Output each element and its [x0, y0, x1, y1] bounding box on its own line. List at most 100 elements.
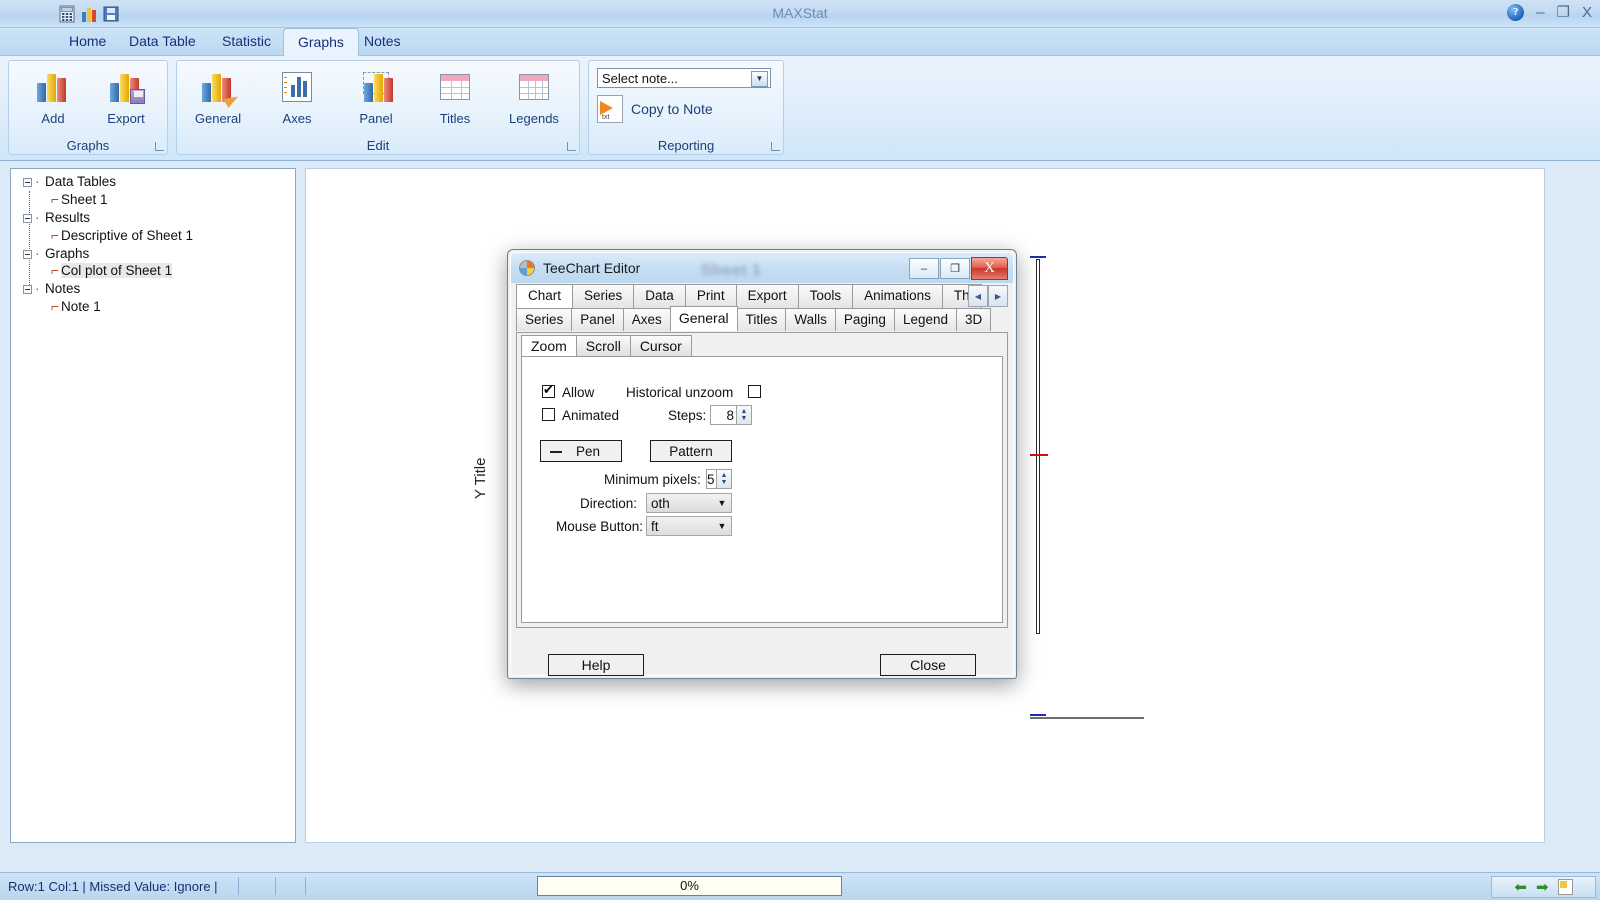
dialog-help-button[interactable]: Help — [548, 654, 644, 676]
mouse-button-combobox[interactable]: ft ▼ — [646, 516, 732, 536]
ribbon-button-axes[interactable]: Axes — [258, 67, 336, 126]
close-button[interactable]: X — [1582, 4, 1592, 21]
steps-spinner-arrows[interactable]: ▲ ▼ — [736, 406, 751, 424]
ribbon-group-graphs: Add Export Graphs — [8, 60, 168, 155]
allow-zoom-checkbox[interactable] — [542, 382, 555, 398]
tree-item-descriptive-of-sheet-1[interactable]: ⌐ Descriptive of Sheet 1 — [51, 228, 193, 243]
pen-button[interactable]: Pen — [540, 440, 622, 462]
minimum-pixels-value: 5 — [707, 471, 715, 487]
subtab-general[interactable]: General — [669, 306, 738, 331]
maximize-button[interactable]: ❐ — [1557, 3, 1570, 21]
chevron-down-icon[interactable]: ▼ — [713, 498, 731, 508]
tree-expander-icon[interactable] — [23, 249, 32, 259]
chevron-down-icon[interactable]: ▼ — [751, 71, 768, 87]
ribbon-button-export[interactable]: Export — [87, 67, 165, 126]
help-icon[interactable]: ? — [1507, 3, 1525, 21]
tree-item-note-1[interactable]: ⌐ Note 1 — [51, 299, 101, 314]
box-plot-median-line — [1030, 454, 1048, 456]
nav-back-icon[interactable]: ⬅ — [1514, 878, 1527, 896]
ribbon-button-legends[interactable]: Legends — [495, 67, 573, 126]
subtab-walls[interactable]: Walls — [785, 308, 836, 331]
ribbon-group-edit-launcher[interactable] — [567, 142, 576, 151]
tab-scroll-right-button[interactable]: ▶ — [988, 285, 1008, 307]
subtab-titles[interactable]: Titles — [736, 308, 787, 331]
ribbon-button-export-label: Export — [107, 111, 145, 126]
dialog-close-button[interactable]: X — [971, 257, 1008, 280]
ribbon-tab-notes[interactable]: Notes — [350, 28, 415, 56]
status-text: Row:1 Col:1 | Missed Value: Ignore | — [8, 879, 218, 894]
chevron-down-icon[interactable]: ▼ — [713, 521, 731, 531]
tree-expander-icon[interactable] — [23, 213, 32, 223]
ribbon-button-panel[interactable]: Panel — [337, 67, 415, 126]
dialog-titlebar[interactable]: TeeChart Editor Sheet 1 – ❐ X — [511, 253, 1013, 283]
tab-export[interactable]: Export — [735, 284, 799, 308]
subtab-panel[interactable]: Panel — [571, 308, 624, 331]
innertab-scroll[interactable]: Scroll — [575, 335, 631, 357]
note-page-icon[interactable] — [1557, 879, 1573, 895]
copy-to-note-button[interactable]: txt Copy to Note — [597, 95, 713, 123]
dialog-minimize-button[interactable]: – — [909, 258, 939, 279]
ribbon-button-titles-label: Titles — [439, 111, 471, 126]
ribbon-tab-data-table[interactable]: Data Table — [115, 28, 210, 56]
ribbon-group-graphs-launcher[interactable] — [155, 142, 164, 151]
project-tree[interactable]: · Data Tables ⌐ Sheet 1 · Results ⌐ Descript… — [10, 168, 296, 843]
steps-spinner[interactable]: 8 ▲ ▼ — [710, 405, 752, 425]
ribbon-button-titles[interactable]: Titles — [416, 67, 494, 126]
direction-value: oth — [651, 495, 670, 511]
ribbon-tab-graphs[interactable]: Graphs — [283, 28, 359, 56]
tree-item-label: Descriptive of Sheet 1 — [61, 228, 194, 243]
tab-scroll-buttons: ◀ ▶ — [968, 285, 1008, 307]
animated-zoom-checkbox[interactable] — [542, 408, 555, 421]
ribbon-group-reporting-launcher[interactable] — [771, 142, 780, 151]
tab-print[interactable]: Print — [684, 284, 737, 308]
tree-item-label: Results — [45, 210, 91, 225]
tree-item-col-plot-of-sheet-1[interactable]: ⌐ Col plot of Sheet 1 — [51, 263, 173, 278]
subtab-axes[interactable]: Axes — [622, 308, 671, 331]
ribbon-button-general[interactable]: General — [179, 67, 257, 126]
box-plot-series — [1030, 256, 1144, 719]
tree-item-data-tables[interactable]: · Data Tables — [23, 174, 116, 189]
note-select-value: Select note... — [602, 71, 678, 86]
tree-item-graphs[interactable]: · Graphs — [23, 246, 89, 261]
ribbon-button-add[interactable]: Add — [14, 67, 92, 126]
innertab-cursor[interactable]: Cursor — [629, 335, 692, 357]
chart-x-axis-line — [1030, 717, 1144, 719]
note-select-dropdown[interactable]: Select note... ▼ — [597, 68, 771, 88]
tab-scroll-left-button[interactable]: ◀ — [968, 285, 988, 307]
mouse-button-label: Mouse Button: — [556, 519, 644, 534]
dialog-close-footer-button[interactable]: Close — [880, 654, 976, 676]
animated-zoom-label: Animated — [562, 408, 620, 423]
pattern-button[interactable]: Pattern — [650, 440, 732, 462]
minimize-button[interactable]: – — [1536, 4, 1544, 21]
subtab-legend[interactable]: Legend — [893, 308, 957, 331]
ribbon-button-add-label: Add — [41, 111, 65, 126]
teechart-editor-dialog[interactable]: TeeChart Editor Sheet 1 – ❐ X Chart Seri… — [507, 249, 1017, 679]
ribbon-tab-home[interactable]: Home — [55, 28, 120, 56]
tree-item-results[interactable]: · Results — [23, 210, 90, 225]
minimum-pixels-label: Minimum pixels: — [604, 472, 701, 487]
historical-unzoom-checkbox[interactable] — [748, 385, 761, 398]
bar-chart-export-icon — [87, 67, 165, 107]
tab-tools[interactable]: Tools — [797, 284, 854, 308]
ribbon-tab-statistic[interactable]: Statistic — [208, 28, 285, 56]
innertab-zoom[interactable]: Zoom — [521, 335, 577, 357]
subtab-paging[interactable]: Paging — [834, 308, 895, 331]
tree-expander-icon[interactable] — [23, 284, 32, 294]
tree-item-sheet-1[interactable]: ⌐ Sheet 1 — [51, 192, 108, 207]
dialog-maximize-button[interactable]: ❐ — [940, 258, 970, 279]
minimum-pixels-spinner-arrows[interactable]: ▲ ▼ — [716, 470, 731, 488]
tab-chart[interactable]: Chart — [516, 284, 574, 308]
nav-forward-icon[interactable]: ➡ — [1536, 878, 1549, 896]
minimum-pixels-spinner[interactable]: 5 ▲ ▼ — [706, 469, 732, 489]
tab-data[interactable]: Data — [633, 284, 686, 308]
tab-animations[interactable]: Animations — [852, 284, 943, 308]
tab-series[interactable]: Series — [572, 284, 635, 308]
status-nav-controls: ⬅ ➡ — [1491, 876, 1596, 898]
subtab-series[interactable]: Series — [516, 308, 573, 331]
ribbon-group-reporting-label: Reporting — [657, 138, 715, 153]
tree-item-notes[interactable]: · Notes — [23, 281, 80, 296]
tree-expander-icon[interactable] — [23, 177, 32, 187]
window-controls: ? – ❐ X — [1507, 3, 1592, 21]
subtab-3d[interactable]: 3D — [956, 308, 992, 331]
direction-combobox[interactable]: oth ▼ — [646, 493, 732, 513]
